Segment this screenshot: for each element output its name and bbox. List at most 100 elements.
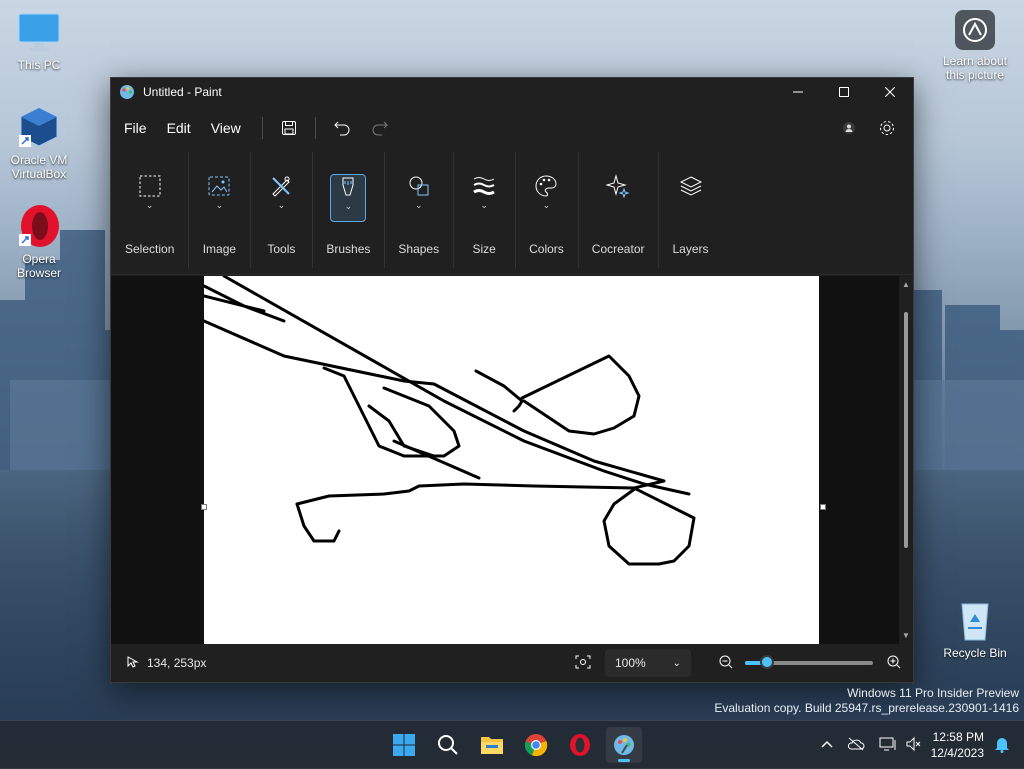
clock[interactable]: 12:58 PM 12/4/2023 [931, 729, 984, 761]
desktop-icon-recycle-bin[interactable]: Recycle Bin [936, 598, 1014, 660]
brushes-tool[interactable]: ⌄ [330, 174, 367, 222]
desktop-icon-label: This PC [17, 58, 61, 72]
folder-icon [481, 737, 503, 754]
fit-screen-icon [575, 655, 591, 668]
menu-file[interactable]: File [115, 114, 156, 142]
canvas-area: ▲ ▼ [111, 276, 913, 644]
paint-taskbar-button[interactable] [606, 727, 642, 763]
ribbon-label: Selection [125, 242, 175, 256]
desktop-icon-opera[interactable]: Opera Browser [0, 204, 78, 280]
chevron-down-icon: ⌄ [344, 201, 353, 211]
file-explorer-button[interactable] [474, 727, 510, 763]
ribbon-label: Colors [529, 242, 564, 256]
title-bar[interactable]: Untitled - Paint [111, 78, 913, 106]
redo-button[interactable] [364, 112, 396, 144]
chevron-down-icon: ⌄ [277, 200, 286, 210]
scrollbar-thumb[interactable] [904, 312, 908, 548]
cursor-position: 134, 253px [147, 656, 207, 670]
start-button[interactable] [386, 727, 422, 763]
scroll-down-icon[interactable]: ▼ [902, 631, 910, 640]
sparkle-icon [606, 174, 630, 198]
menu-edit[interactable]: Edit [158, 114, 200, 142]
canvas-drawing [202, 276, 696, 566]
system-tray: 12:58 PM 12/4/2023 [821, 721, 1024, 769]
menu-view[interactable]: View [202, 114, 250, 142]
save-icon [281, 121, 296, 135]
show-hidden-icons-button[interactable] [821, 738, 833, 752]
minimize-button[interactable] [775, 78, 821, 106]
ribbon-group-image[interactable]: ⌄ Image [188, 150, 250, 274]
recycle-bin-icon [953, 598, 997, 642]
windows-logo-icon [393, 734, 415, 756]
cocreator-tool[interactable] [601, 174, 635, 214]
size-icon [473, 177, 495, 195]
ribbon-group-selection[interactable]: ⌄ Selection [111, 150, 188, 274]
desktop-icon-virtualbox[interactable]: Oracle VM VirtualBox [0, 105, 78, 181]
ribbon-group-shapes[interactable]: ⌄ Shapes [384, 150, 453, 274]
colors-tool[interactable]: ⌄ [529, 174, 563, 220]
scroll-up-icon[interactable]: ▲ [902, 280, 910, 289]
network-button[interactable] [879, 736, 897, 755]
monitor-icon [17, 10, 61, 54]
watermark-line-2: Evaluation copy. Build 25947.rs_prerelea… [714, 701, 1019, 715]
ribbon-group-colors[interactable]: ⌄ Colors [515, 150, 578, 274]
chevron-down-icon: ⌄ [480, 200, 488, 210]
tools-tool[interactable]: ⌄ [264, 174, 298, 220]
bell-icon [995, 737, 1009, 753]
search-icon [438, 735, 458, 755]
close-button[interactable] [867, 78, 913, 106]
settings-button[interactable] [871, 112, 903, 144]
canvas-resize-handle-left[interactable] [201, 504, 207, 510]
ribbon-group-layers[interactable]: Layers [658, 150, 722, 274]
learn-about-picture[interactable]: Learn about this picture [936, 10, 1014, 82]
ribbon-label: Brushes [326, 242, 371, 256]
save-button[interactable] [273, 112, 305, 144]
network-icon [879, 737, 896, 750]
shapes-icon [409, 176, 429, 196]
ribbon-group-tools[interactable]: ⌄ Tools [250, 150, 312, 274]
desktop-icon-label: Recycle Bin [943, 646, 1007, 660]
volume-button[interactable] [905, 736, 921, 755]
opera-taskbar-button[interactable] [562, 727, 598, 763]
ribbon-group-size[interactable]: ⌄ Size [453, 150, 515, 274]
size-tool[interactable]: ⌄ [467, 174, 501, 220]
desktop-icon-this-pc[interactable]: This PC [0, 10, 78, 72]
ribbon-label: Tools [267, 242, 296, 256]
ribbon-group-cocreator[interactable]: Cocreator [577, 150, 659, 274]
image-tool[interactable]: ⌄ [202, 174, 236, 220]
shapes-tool[interactable]: ⌄ [402, 174, 436, 220]
ribbon-label: Cocreator [591, 242, 645, 256]
zoom-out-button[interactable] [719, 655, 733, 672]
zoom-slider[interactable] [745, 655, 873, 669]
canvas-resize-handle-right[interactable] [820, 504, 826, 510]
maximize-button[interactable] [821, 78, 867, 106]
selection-tool[interactable]: ⌄ [133, 174, 167, 220]
zoom-slider-knob[interactable] [759, 655, 774, 669]
desktop-icon-label: Oracle VM VirtualBox [10, 153, 68, 181]
paint-window: Untitled - Paint File Edit View ⌄ Select… [110, 77, 914, 683]
notifications-button[interactable] [994, 735, 1010, 756]
account-button[interactable] [833, 112, 865, 144]
undo-button[interactable] [326, 112, 358, 144]
chevron-up-icon [821, 740, 833, 748]
drawing-canvas[interactable] [202, 276, 819, 644]
onedrive-button[interactable] [847, 737, 865, 754]
fit-to-window-button[interactable] [575, 655, 591, 672]
palette-icon [535, 175, 557, 197]
chevron-down-icon: ⌄ [542, 200, 551, 210]
brush-icon [342, 177, 354, 196]
ribbon-label: Image [202, 242, 237, 256]
ribbon-group-brushes[interactable]: ⌄ Brushes [312, 150, 384, 274]
zoom-in-button[interactable] [887, 655, 901, 672]
zoom-dropdown[interactable]: 100% ⌄ [605, 649, 691, 677]
cloud-off-icon [847, 737, 865, 750]
window-title: Untitled - Paint [143, 85, 222, 99]
chevron-down-icon: ⌄ [672, 657, 681, 669]
clock-time: 12:58 PM [932, 730, 984, 744]
watermark-line-1: Windows 11 Pro Insider Preview [847, 686, 1019, 700]
layers-tool[interactable] [674, 174, 708, 214]
chrome-button[interactable] [518, 727, 554, 763]
vertical-scrollbar[interactable]: ▲ ▼ [899, 276, 913, 644]
search-button[interactable] [430, 727, 466, 763]
zoom-in-icon [887, 655, 901, 668]
